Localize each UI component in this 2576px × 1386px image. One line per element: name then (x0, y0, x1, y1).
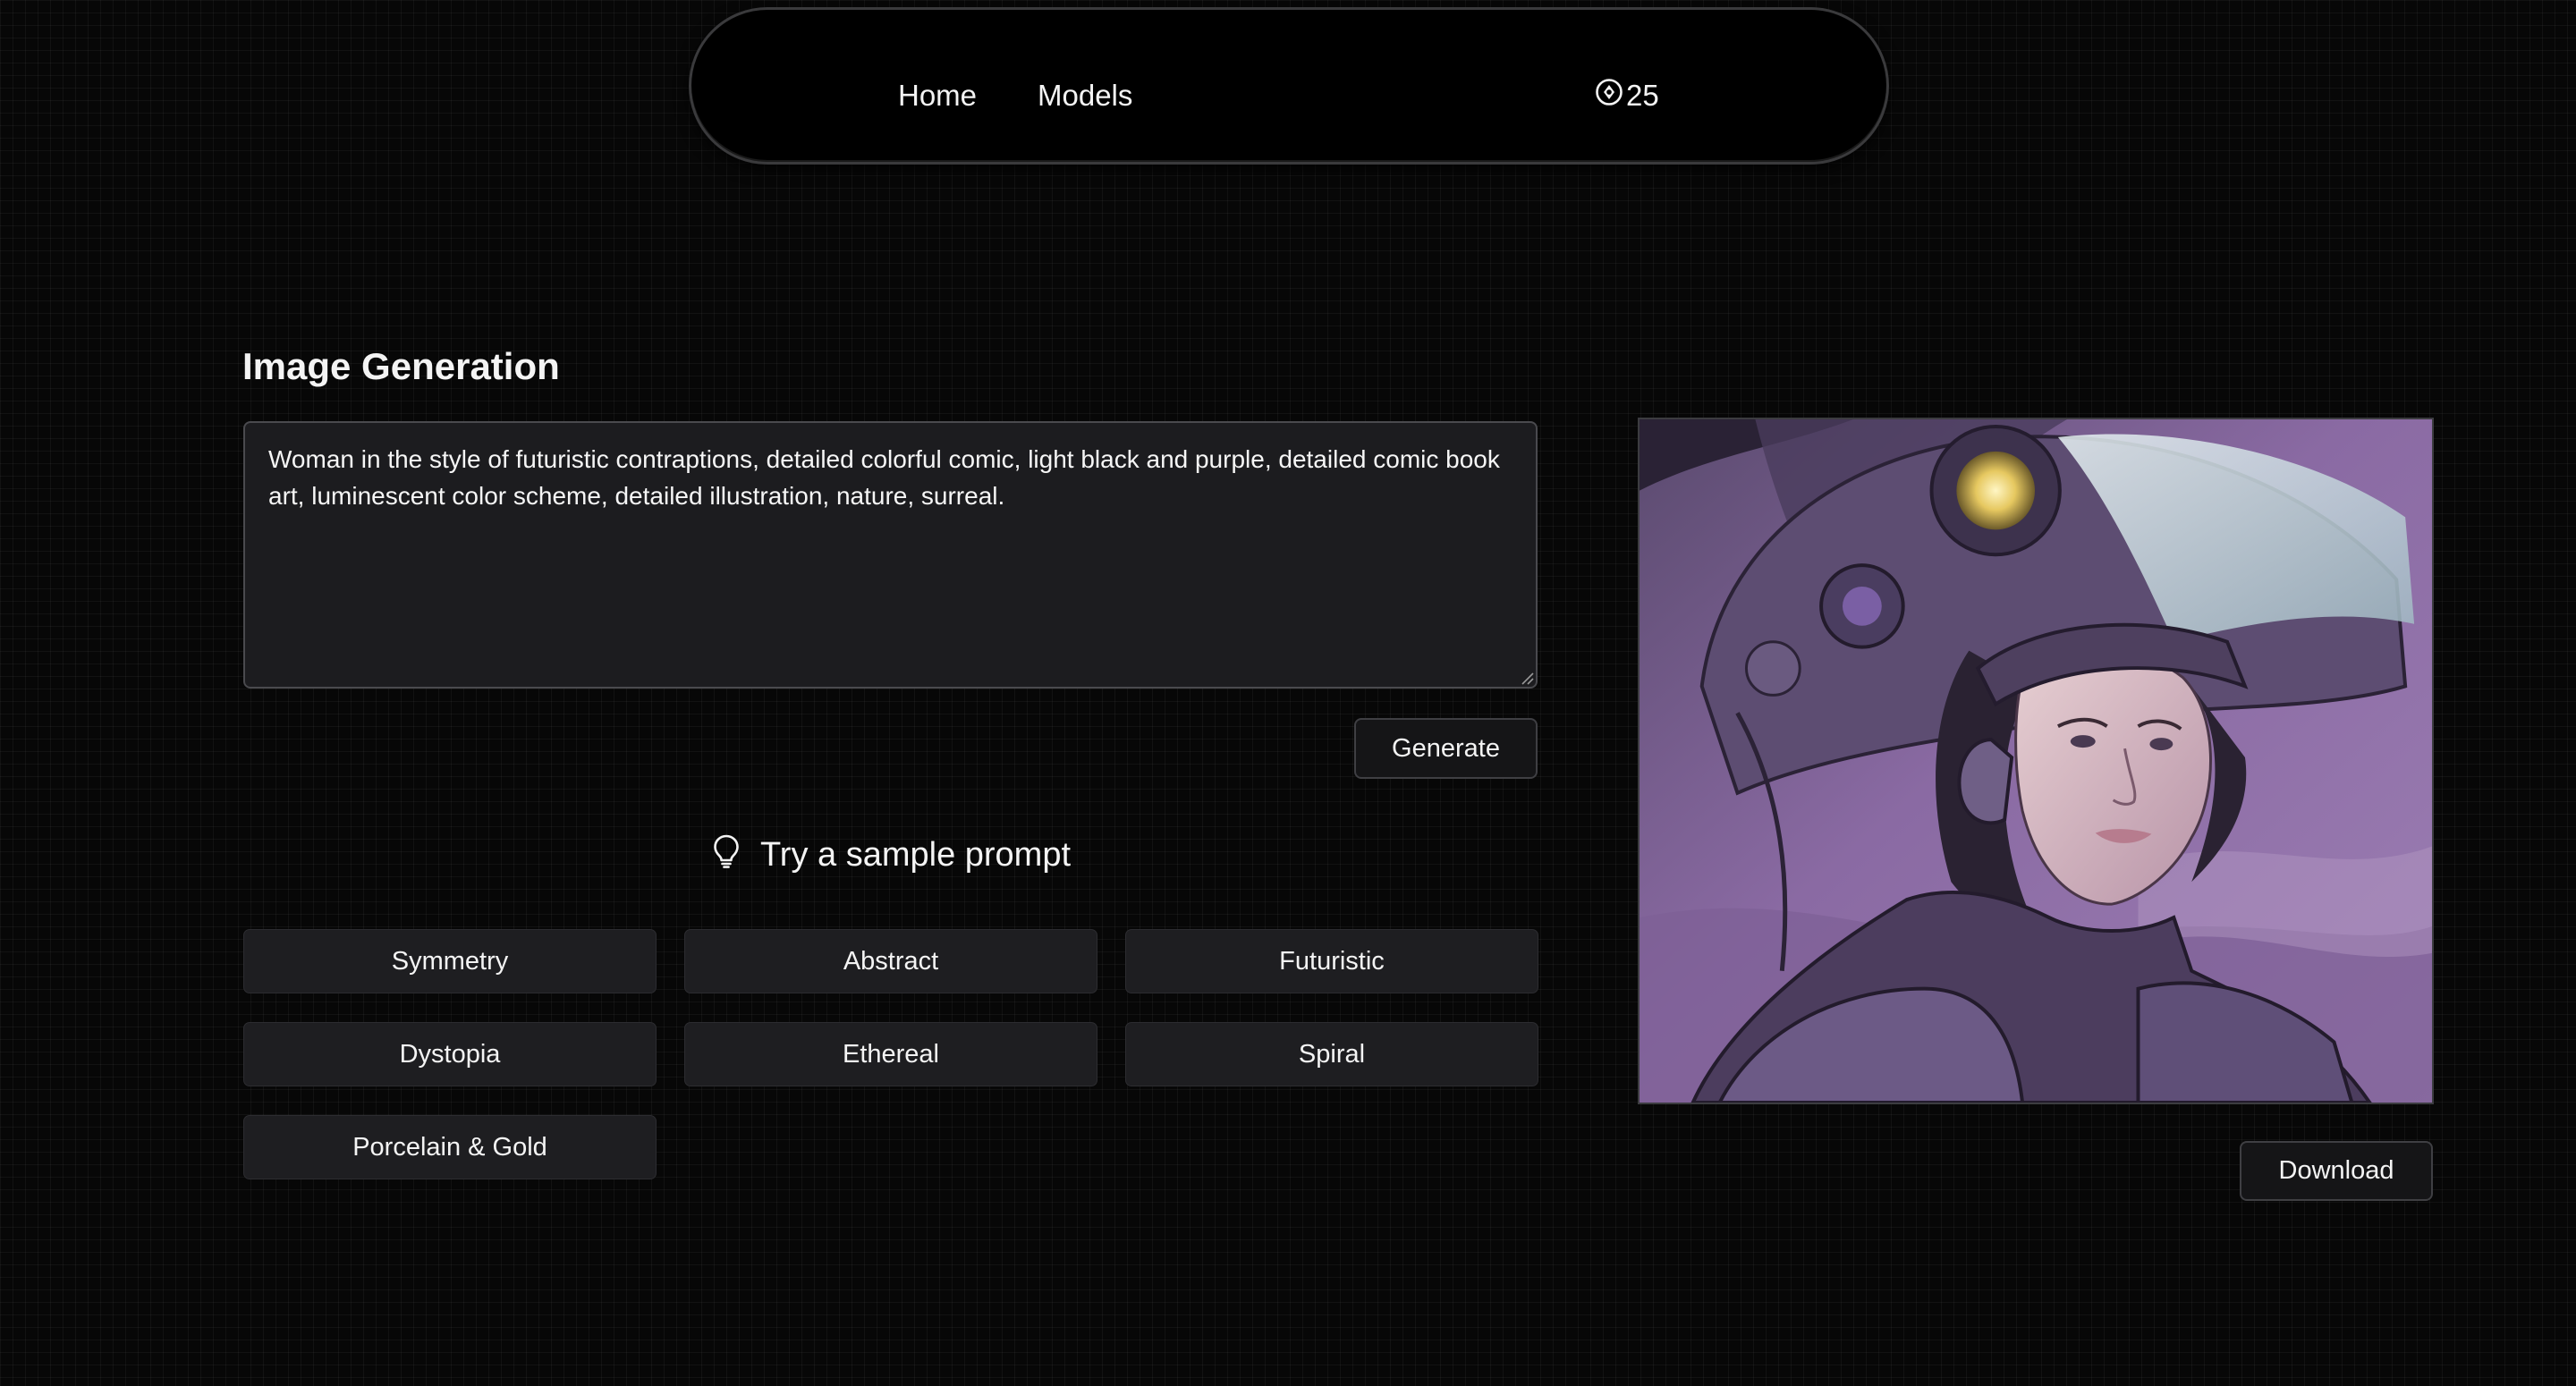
sample-prompt-heading-text: Try a sample prompt (760, 835, 1072, 874)
page-title: Image Generation (242, 345, 560, 387)
download-button[interactable]: Download (2240, 1141, 2433, 1201)
sample-chip-spiral[interactable]: Spiral (1125, 1022, 1538, 1086)
prompt-input[interactable]: Woman in the style of futuristic contrap… (243, 421, 1538, 689)
sample-chip-symmetry[interactable]: Symmetry (243, 929, 657, 993)
credits-count: 25 (1626, 79, 1659, 112)
nav-models-link[interactable]: Models (1038, 78, 1132, 114)
sample-prompt-heading: Try a sample prompt (710, 832, 1071, 878)
sample-chip-ethereal[interactable]: Ethereal (684, 1022, 1097, 1086)
nav-home-link[interactable]: Home (898, 78, 977, 114)
sample-chip-abstract[interactable]: Abstract (684, 929, 1097, 993)
sample-chip-porcelain-gold[interactable]: Porcelain & Gold (243, 1115, 657, 1179)
sample-chip-futuristic[interactable]: Futuristic (1125, 929, 1538, 993)
lightbulb-icon (710, 832, 742, 877)
coin-icon (1594, 77, 1624, 114)
sample-chip-dystopia[interactable]: Dystopia (243, 1022, 657, 1086)
resize-handle-icon[interactable] (1520, 671, 1534, 685)
top-navbar: Home Models 25 (689, 7, 1889, 165)
credits-display[interactable]: 25 (1594, 78, 1659, 114)
generate-button[interactable]: Generate (1354, 718, 1538, 779)
generated-image (1638, 418, 2434, 1104)
